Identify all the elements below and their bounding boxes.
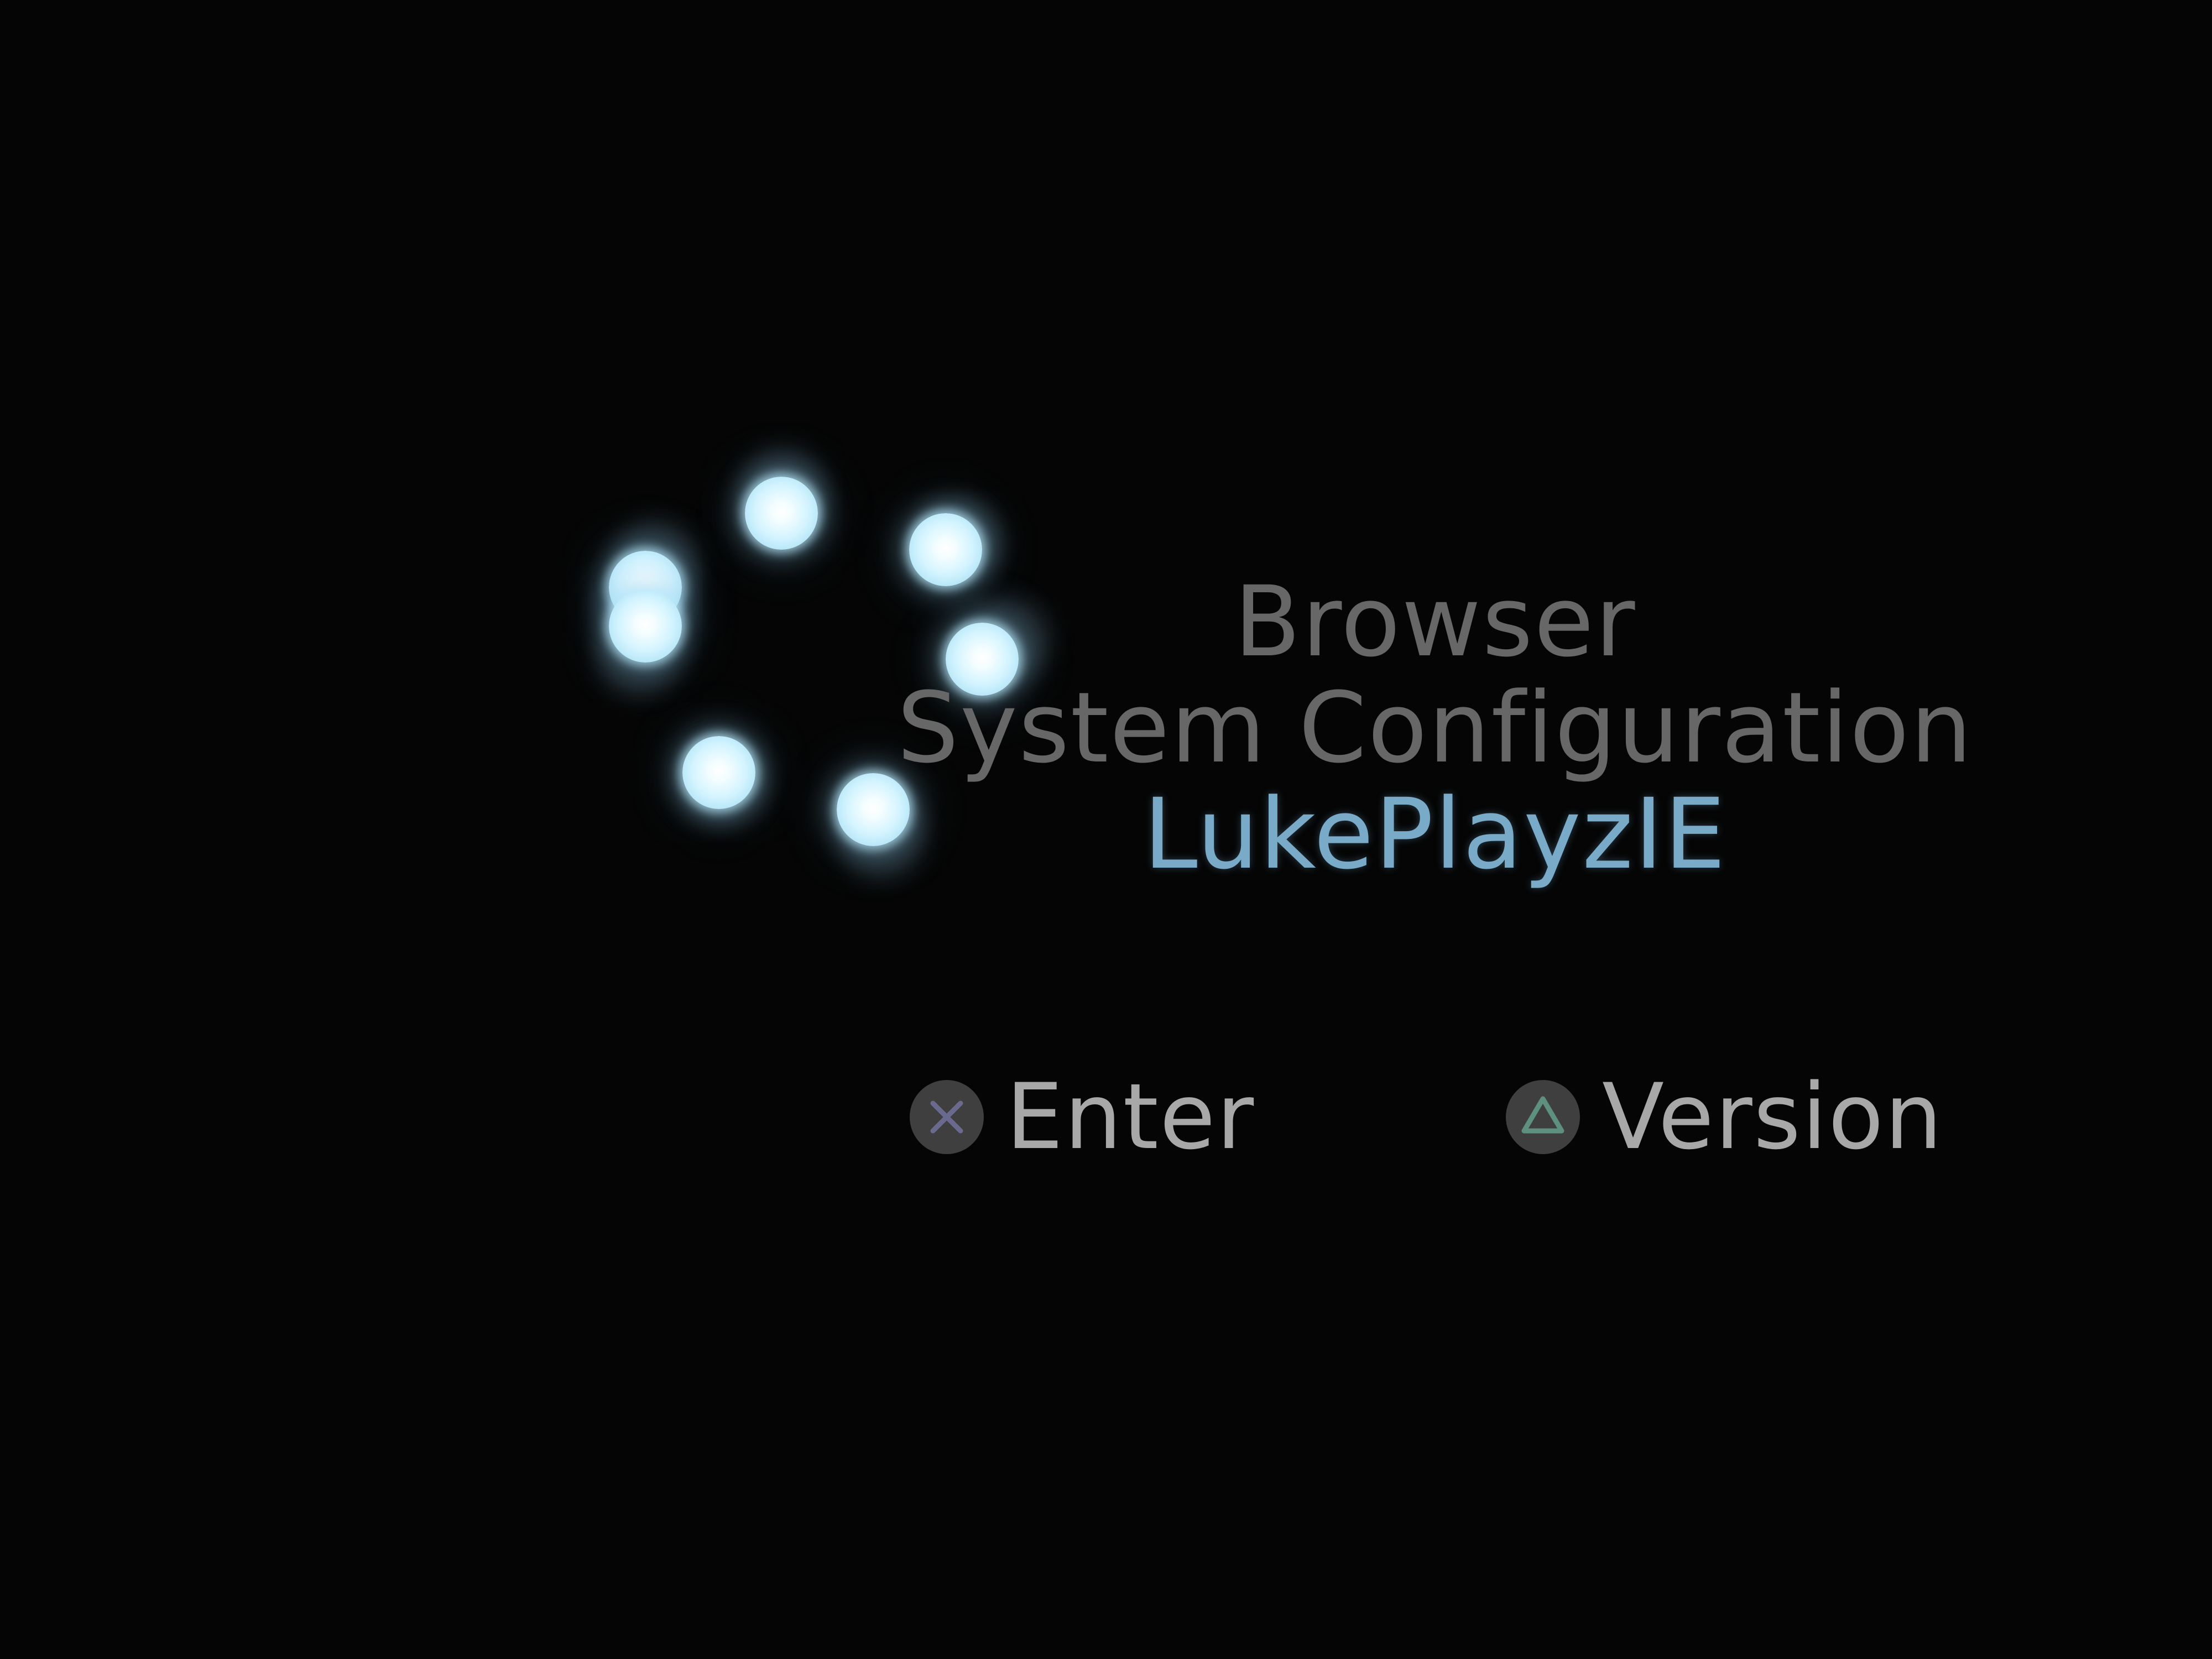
- version-hint-label: Version: [1602, 1064, 1944, 1170]
- enter-hint[interactable]: Enter: [910, 1072, 1255, 1162]
- spinner-orb: [682, 736, 755, 809]
- version-hint[interactable]: Version: [1506, 1072, 1943, 1162]
- enter-hint-label: Enter: [1006, 1064, 1255, 1170]
- spinner-orb: [609, 589, 682, 662]
- menu-item-browser[interactable]: Browser: [885, 570, 1985, 675]
- menu-item-lukeplayzie[interactable]: LukePlayzIE: [885, 782, 1985, 887]
- menu-item-system-configuration[interactable]: System Configuration: [885, 676, 1985, 781]
- spinner-orb: [745, 477, 818, 550]
- cross-button-icon: [910, 1080, 984, 1154]
- triangle-button-icon: [1506, 1080, 1580, 1154]
- browser-menu-screen: Browser System Configuration LukePlayzIE…: [0, 0, 2212, 1659]
